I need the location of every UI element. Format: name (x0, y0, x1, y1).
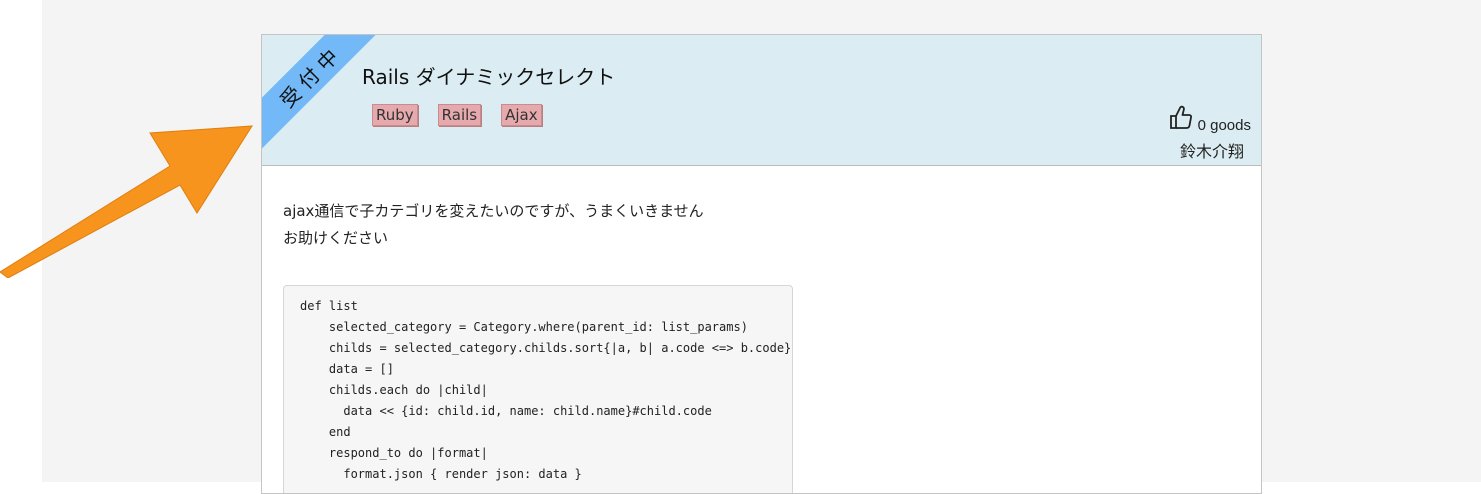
question-card: 受付中 Rails ダイナミックセレクト Ruby Rails Ajax 0 g… (261, 34, 1262, 494)
tag-ajax[interactable]: Ajax (501, 104, 542, 126)
status-ribbon: 受付中 (262, 35, 394, 159)
code-line: data = [] (300, 362, 394, 376)
question-title[interactable]: Rails ダイナミックセレクト (362, 61, 615, 90)
code-line: data << {id: child.id, name: child.name}… (300, 404, 712, 418)
question-body: ajax通信で子カテゴリを変えたいのですが、うまくいきません お助けください (283, 198, 704, 252)
code-line: respond_to do |format| (300, 446, 488, 460)
code-line: def list (300, 299, 358, 313)
question-header: 受付中 Rails ダイナミックセレクト Ruby Rails Ajax 0 g… (262, 35, 1261, 166)
body-line: ajax通信で子カテゴリを変えたいのですが、うまくいきません (283, 202, 704, 220)
tag-list: Ruby Rails Ajax (372, 104, 542, 126)
code-block: def list selected_category = Category.wh… (283, 285, 793, 493)
tag-rails[interactable]: Rails (437, 104, 482, 126)
code-line: childs = selected_category.childs.sort{|… (300, 341, 792, 355)
goods-counter[interactable]: 0 goods (1168, 104, 1251, 134)
code-line: childs.each do |child| (300, 383, 488, 397)
code-line: end (300, 425, 351, 439)
arrow-icon (0, 125, 253, 278)
body-line: お助けください (283, 229, 389, 247)
code-line: selected_category = Category.where(paren… (300, 320, 748, 334)
goods-count: 0 goods (1197, 117, 1251, 134)
author-name[interactable]: 鈴木介翔 (1180, 138, 1244, 162)
thumbs-up-icon[interactable] (1168, 104, 1194, 134)
tag-ruby[interactable]: Ruby (372, 104, 418, 126)
